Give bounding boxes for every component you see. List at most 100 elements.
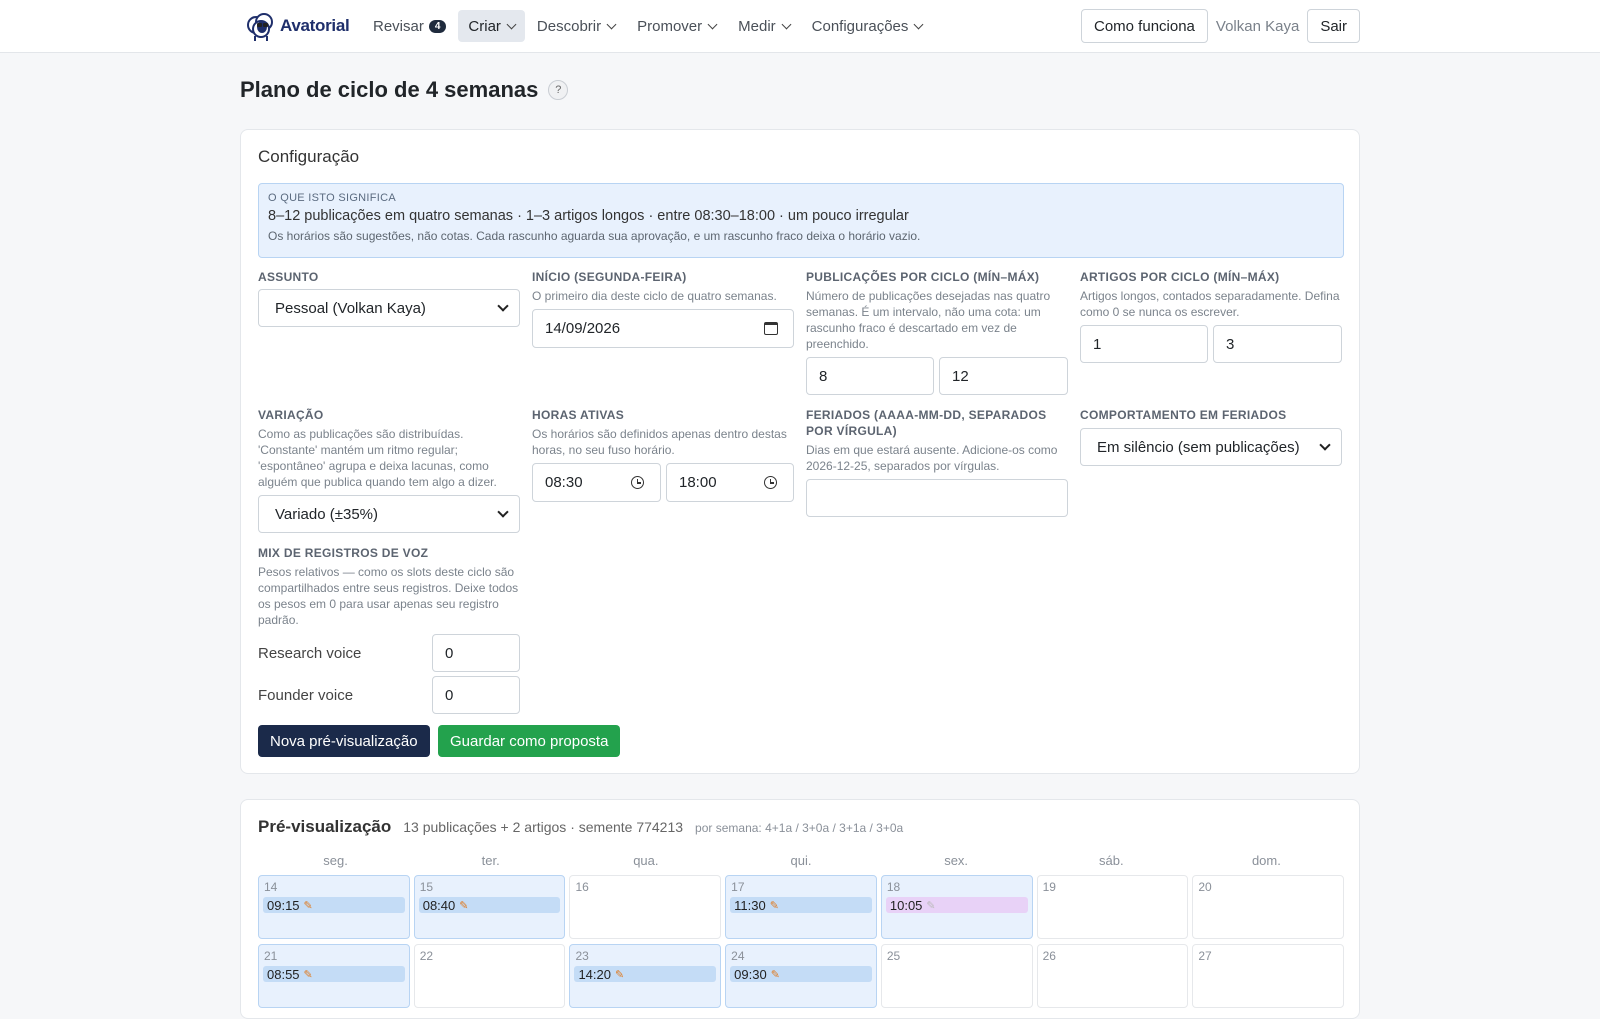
artigos-min-input[interactable]: 1: [1080, 325, 1208, 363]
nav-medir[interactable]: Medir: [728, 10, 800, 42]
horas-field: Horas ativas Os horários são definidos a…: [532, 407, 794, 502]
article-slot[interactable]: 10:05 ✎: [885, 897, 1028, 913]
day-number: 20: [1198, 880, 1212, 894]
day-number: 25: [886, 949, 901, 963]
chevron-down-icon: [781, 19, 792, 29]
voice-name: Research voice: [258, 644, 362, 662]
voice-weight-input[interactable]: 0: [432, 634, 520, 672]
comportamento-select[interactable]: Em silêncio (sem publicações): [1080, 428, 1342, 466]
calendar-day[interactable]: 23 14:20 ✎: [569, 944, 722, 1008]
publicacoes-max-input[interactable]: 12: [939, 357, 1068, 395]
mix-field: Mix de registros de voz Pesos relativos …: [258, 545, 520, 628]
nav-criar-label: Criar: [468, 17, 501, 35]
chevron-down-icon: [506, 19, 517, 29]
horas-range: 08:30 18:00: [532, 463, 794, 502]
weekday-label: ter.: [481, 853, 500, 868]
como-funciona-button[interactable]: Como funciona: [1081, 9, 1208, 43]
calendar-day[interactable]: 16: [569, 875, 722, 939]
assunto-value: Pessoal (Volkan Kaya): [275, 299, 426, 317]
slot-time: 08:40: [422, 897, 456, 913]
weekday-header: seg. ter. qua. qui. sex. sáb. dom.: [258, 853, 1344, 868]
post-slot[interactable]: 11:30 ✎: [730, 897, 872, 913]
clock-icon[interactable]: [631, 476, 644, 489]
publicacoes-min-input[interactable]: 8: [806, 357, 934, 395]
pencil-icon[interactable]: ✎: [304, 899, 313, 912]
pencil-icon[interactable]: ✎: [615, 968, 624, 981]
calendar-day[interactable]: 19: [1036, 875, 1189, 939]
post-slot[interactable]: 08:55 ✎: [263, 966, 405, 982]
slot-time: 11:30: [734, 897, 766, 913]
help-icon[interactable]: ?: [548, 80, 569, 100]
pencil-icon[interactable]: ✎: [770, 899, 779, 912]
nav-revisar[interactable]: Revisar 4: [363, 10, 456, 42]
calendar-day[interactable]: 17 11:30 ✎: [725, 875, 877, 939]
calendar-day[interactable]: 27: [1192, 944, 1345, 1008]
day-number: 19: [1042, 880, 1056, 894]
mix-label: Mix de registros de voz: [258, 546, 429, 560]
publicacoes-range: 8 12: [806, 357, 1068, 395]
pencil-icon[interactable]: ✎: [771, 968, 780, 981]
info-sub: Os horários são sugestões, não cotas. Ca…: [268, 229, 921, 243]
assunto-select[interactable]: Pessoal (Volkan Kaya): [258, 289, 520, 327]
weekday-label: sex.: [944, 853, 969, 868]
calendar-day[interactable]: 18 10:05 ✎: [880, 875, 1033, 939]
post-slot[interactable]: 14:20 ✎: [574, 966, 717, 982]
preview-card: Pré-visualização 13 publicações + 2 arti…: [240, 799, 1360, 1019]
nav-medir-label: Medir: [738, 17, 776, 35]
artigos-max-input[interactable]: 3: [1213, 325, 1342, 363]
voice-row-research: Research voice 0: [258, 634, 520, 672]
calendar-icon[interactable]: [764, 322, 778, 335]
sair-button[interactable]: Sair: [1307, 9, 1360, 43]
pencil-icon[interactable]: ✎: [304, 968, 313, 981]
calendar-day[interactable]: 26: [1036, 944, 1189, 1008]
inicio-date-input[interactable]: 14/09/2026: [532, 309, 794, 348]
variacao-select[interactable]: Variado (±35%): [258, 495, 520, 533]
inicio-field: Início (segunda-feira) O primeiro dia de…: [532, 269, 794, 348]
calendar-day[interactable]: 25: [880, 944, 1033, 1008]
nova-pre-visualizacao-button[interactable]: Nova pré-visualização: [258, 725, 430, 757]
revisar-count-badge: 4: [428, 19, 447, 33]
weekday-label: qua.: [633, 853, 659, 868]
calendar-day[interactable]: 15 08:40 ✎: [413, 875, 566, 939]
feriados-input[interactable]: [806, 479, 1068, 517]
horas-end-input[interactable]: 18:00: [666, 463, 794, 502]
chevron-down-icon: [497, 505, 509, 518]
day-number: 23: [575, 949, 589, 963]
day-number: 15: [419, 880, 434, 894]
calendar-week: 14 09:15 ✎ 15 08:40 ✎ 16 17 11:30 ✎ 18 10:05 ✎ 19 20: [258, 875, 1345, 939]
brand-logo[interactable]: Avatorial: [244, 9, 350, 43]
calendar-day[interactable]: 14 09:15 ✎: [258, 875, 410, 939]
config-card: Configuração O QUE ISTO SIGNIFICA 8–12 p…: [240, 129, 1360, 774]
nav-criar[interactable]: Criar: [458, 10, 525, 42]
calendar-day[interactable]: 21 08:55 ✎: [258, 944, 410, 1008]
post-slot[interactable]: 09:30 ✎: [730, 966, 872, 982]
voice-weight-input[interactable]: 0: [432, 676, 520, 714]
pencil-icon[interactable]: ✎: [926, 899, 935, 912]
sheep-logo-icon: [247, 13, 273, 41]
variacao-field: Variação Como as publicações são distrib…: [258, 407, 520, 533]
calendar-day[interactable]: 22: [413, 944, 566, 1008]
day-number: 22: [419, 949, 434, 963]
horas-start-input[interactable]: 08:30: [532, 463, 661, 502]
nav-promover[interactable]: Promover: [627, 10, 726, 42]
preview-header: Pré-visualização 13 publicações + 2 arti…: [258, 817, 903, 837]
guardar-proposta-button[interactable]: Guardar como proposta: [438, 725, 621, 757]
feriados-field: Feriados (AAAA-MM-DD, separados por vírg…: [806, 407, 1068, 517]
chevron-down-icon: [606, 19, 617, 29]
assunto-label: Assunto: [258, 270, 319, 284]
nav-promover-label: Promover: [637, 17, 703, 35]
post-slot[interactable]: 08:40 ✎: [418, 897, 561, 913]
inicio-help: O primeiro dia deste ciclo de quatro sem…: [532, 289, 777, 303]
calendar-day[interactable]: 24 09:30 ✎: [725, 944, 877, 1008]
calendar-day[interactable]: 20: [1192, 875, 1345, 939]
weekday-label: dom.: [1251, 853, 1281, 868]
nav-configuracoes[interactable]: Configurações: [802, 10, 933, 42]
nav-descobrir[interactable]: Descobrir: [527, 10, 625, 42]
clock-icon[interactable]: [764, 476, 777, 489]
assunto-field: Assunto Pessoal (Volkan Kaya): [258, 269, 520, 327]
pencil-icon[interactable]: ✎: [459, 899, 468, 912]
post-slot[interactable]: 09:15 ✎: [263, 897, 405, 913]
artigos-label: Artigos por ciclo (mín–máx): [1080, 270, 1280, 284]
preview-weekly: por semana: 4+1a / 3+0a / 3+1a / 3+0a: [695, 821, 904, 835]
voice-weight-value: 0: [445, 644, 454, 662]
